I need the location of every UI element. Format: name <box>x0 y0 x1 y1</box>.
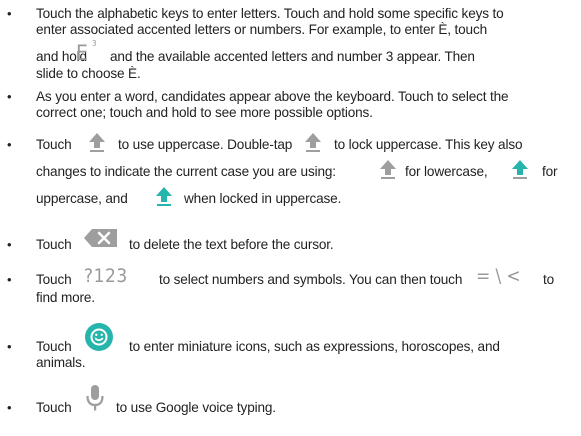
bullet: • <box>7 400 12 415</box>
text-line: slide to choose È. <box>36 66 141 81</box>
microphone-icon <box>85 384 105 414</box>
help-page: • Touch the alphabetic keys to enter let… <box>7 6 558 415</box>
text-line: Touch the alphabetic keys to enter lette… <box>36 6 504 21</box>
bullet: • <box>7 6 12 21</box>
bullet: • <box>7 237 12 252</box>
key-superscript: 3 <box>92 39 97 48</box>
shift-locked-icon <box>154 185 174 207</box>
shift-lowercase-icon <box>378 158 398 180</box>
bullet: • <box>7 272 12 287</box>
shift-arrow-icon <box>303 131 323 153</box>
shift-arrow-icon <box>87 131 107 153</box>
more-symbols-key: = \ < <box>476 265 521 287</box>
text-line: correct one; touch and hold to see more … <box>36 105 373 120</box>
shift-uppercase-icon <box>510 158 530 180</box>
symbols-key: ?123 <box>84 265 128 287</box>
bullet: • <box>7 137 12 152</box>
text-line: find more. <box>36 290 95 305</box>
e-key: E <box>76 41 88 65</box>
text-line: As you enter a word, candidates appear a… <box>36 89 509 104</box>
text-line: animals. <box>36 355 86 370</box>
smiley-icon <box>84 322 114 352</box>
bullet: • <box>7 89 12 104</box>
text-line: enter associated accented letters or num… <box>36 22 488 37</box>
backspace-icon <box>83 228 119 248</box>
bullet: • <box>7 339 12 354</box>
